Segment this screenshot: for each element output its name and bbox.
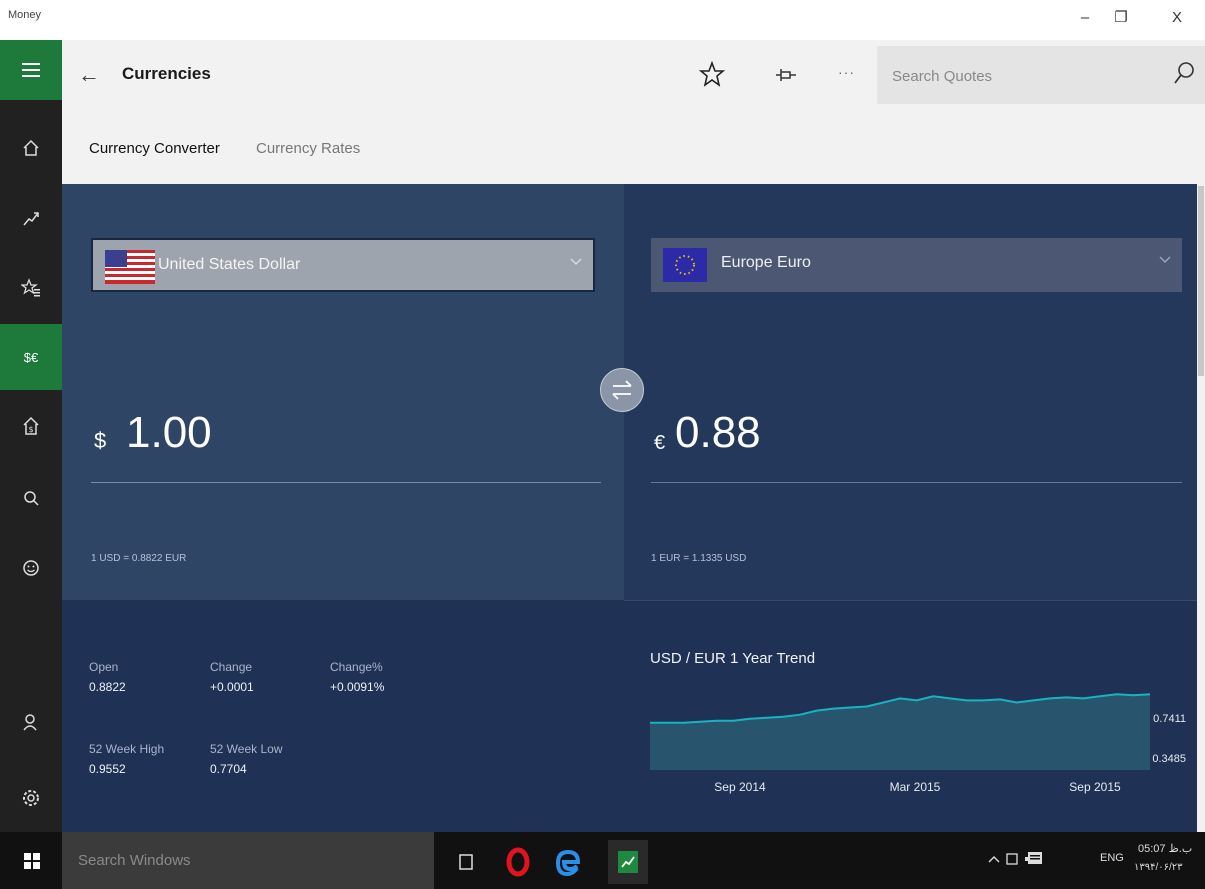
stats-panel	[62, 600, 624, 832]
mortgage-calculator-icon: $	[23, 416, 39, 435]
tab-currency-rates[interactable]: Currency Rates	[256, 140, 360, 157]
chevron-down-icon	[1159, 256, 1171, 264]
pin-icon[interactable]	[772, 60, 798, 90]
chart-title: USD / EUR 1 Year Trend	[650, 650, 816, 667]
task-view-icon	[459, 854, 473, 870]
money-app-icon	[618, 851, 638, 873]
taskbar-money-app[interactable]	[608, 840, 648, 884]
svg-text:$: $	[29, 425, 34, 434]
stat-change-pct-value: +0.0091%	[330, 680, 385, 694]
from-amount-input[interactable]: 1.00	[126, 408, 212, 458]
notification-icon[interactable]	[1026, 850, 1044, 868]
chevron-down-icon	[570, 258, 582, 266]
taskbar-edge[interactable]	[548, 840, 588, 884]
to-exchange-rate: 1 EUR = 1.1335 USD	[651, 553, 747, 564]
nav-home[interactable]	[0, 118, 62, 178]
watchlist-icon	[21, 278, 40, 297]
stat-52w-high-value: 0.9552	[89, 762, 126, 776]
scrollbar-thumb[interactable]	[1198, 186, 1204, 376]
edge-icon	[555, 849, 581, 876]
x-tick-label-sep-2015: Sep 2015	[1069, 780, 1121, 794]
task-view-button[interactable]	[446, 840, 486, 884]
nav-news[interactable]	[0, 538, 62, 598]
x-tick-label-mar-2015: Mar 2015	[890, 780, 941, 794]
back-button[interactable]: ←	[78, 62, 100, 88]
market-trend-icon	[23, 212, 39, 226]
hamburger-menu-button[interactable]	[0, 40, 62, 100]
stat-52w-low-value: 0.7704	[210, 762, 247, 776]
nav-watchlist[interactable]	[0, 258, 62, 318]
menu-icon	[22, 63, 40, 77]
currency-icon: $€	[23, 349, 39, 365]
settings-icon	[23, 790, 39, 806]
tray-chevron-up-icon	[988, 856, 1000, 863]
stat-open-label: Open	[89, 660, 119, 674]
search-quotes-input[interactable]	[890, 62, 1154, 90]
nav-mortgage[interactable]: $	[0, 396, 62, 456]
clock-time[interactable]: 05:07 ب.ظ	[1138, 842, 1192, 855]
stat-52w-high-label: 52 Week High	[89, 742, 165, 756]
news-icon	[23, 560, 39, 576]
trend-chart[interactable]: 0.7411 0.3485 Sep 2014 Mar 2015 Sep 2015	[650, 690, 1186, 800]
y-tick-label-high: 0.7411	[1153, 713, 1186, 725]
to-currency-symbol: €	[654, 432, 666, 454]
trend-area	[650, 694, 1150, 770]
opera-icon	[506, 847, 530, 877]
app-title: Money	[8, 9, 42, 21]
from-currency-symbol: $	[94, 428, 107, 453]
swap-icon	[612, 380, 632, 400]
tab-strip	[62, 108, 1205, 184]
to-amount-input[interactable]: 0.88	[675, 408, 761, 458]
input-language-indicator[interactable]: ENG	[1100, 852, 1124, 864]
to-currency-select[interactable]: Europe Euro	[651, 238, 1182, 292]
nav-market[interactable]	[0, 188, 62, 248]
to-amount-underline	[651, 482, 1182, 483]
swap-currencies-button[interactable]	[600, 368, 644, 412]
page-title: Currencies	[122, 64, 211, 83]
start-button[interactable]	[0, 832, 62, 889]
nav-currencies[interactable]: $€	[0, 324, 62, 390]
from-currency-select[interactable]: United States Dollar	[91, 238, 595, 292]
world-markets-icon	[24, 491, 39, 506]
stat-change-pct-label: Change%	[330, 660, 383, 674]
stat-change-value: +0.0001	[210, 680, 254, 694]
search-icon[interactable]	[1172, 60, 1196, 88]
more-options-button[interactable]: ···	[838, 64, 855, 80]
stat-open-value: 0.8822	[89, 680, 126, 694]
maximize-button[interactable]: ❐	[1106, 6, 1136, 30]
windows-logo-icon	[24, 853, 40, 869]
home-icon	[23, 139, 39, 156]
nav-settings[interactable]	[0, 768, 62, 828]
title-bar	[0, 0, 1205, 40]
network-icon	[1006, 853, 1018, 865]
close-button[interactable]: X	[1162, 6, 1192, 30]
from-currency-label: United States Dollar	[158, 256, 301, 273]
account-icon	[23, 714, 37, 731]
left-navigation: $€ $	[0, 40, 62, 832]
from-exchange-rate: 1 USD = 0.8822 EUR	[91, 553, 187, 564]
nav-account[interactable]	[0, 692, 62, 752]
tab-currency-converter[interactable]: Currency Converter	[89, 140, 220, 157]
stat-change-label: Change	[210, 660, 253, 674]
taskbar-search-placeholder: Search Windows	[78, 852, 191, 869]
us-flag-icon	[105, 250, 155, 284]
clock-date[interactable]: ۱۳۹۴/۰۶/۲۳	[1134, 862, 1183, 873]
eu-flag-icon	[663, 248, 707, 282]
taskbar-opera[interactable]	[498, 840, 538, 884]
nav-world-markets[interactable]	[0, 468, 62, 528]
stat-52w-low-label: 52 Week Low	[210, 742, 283, 756]
x-tick-label-sep-2014: Sep 2014	[714, 780, 766, 794]
minimize-button[interactable]: –	[1070, 6, 1100, 30]
y-tick-label-low: 0.3485	[1152, 753, 1186, 765]
from-amount-underline	[91, 482, 601, 483]
favorite-star-icon[interactable]	[698, 58, 726, 92]
to-currency-label: Europe Euro	[721, 254, 811, 271]
